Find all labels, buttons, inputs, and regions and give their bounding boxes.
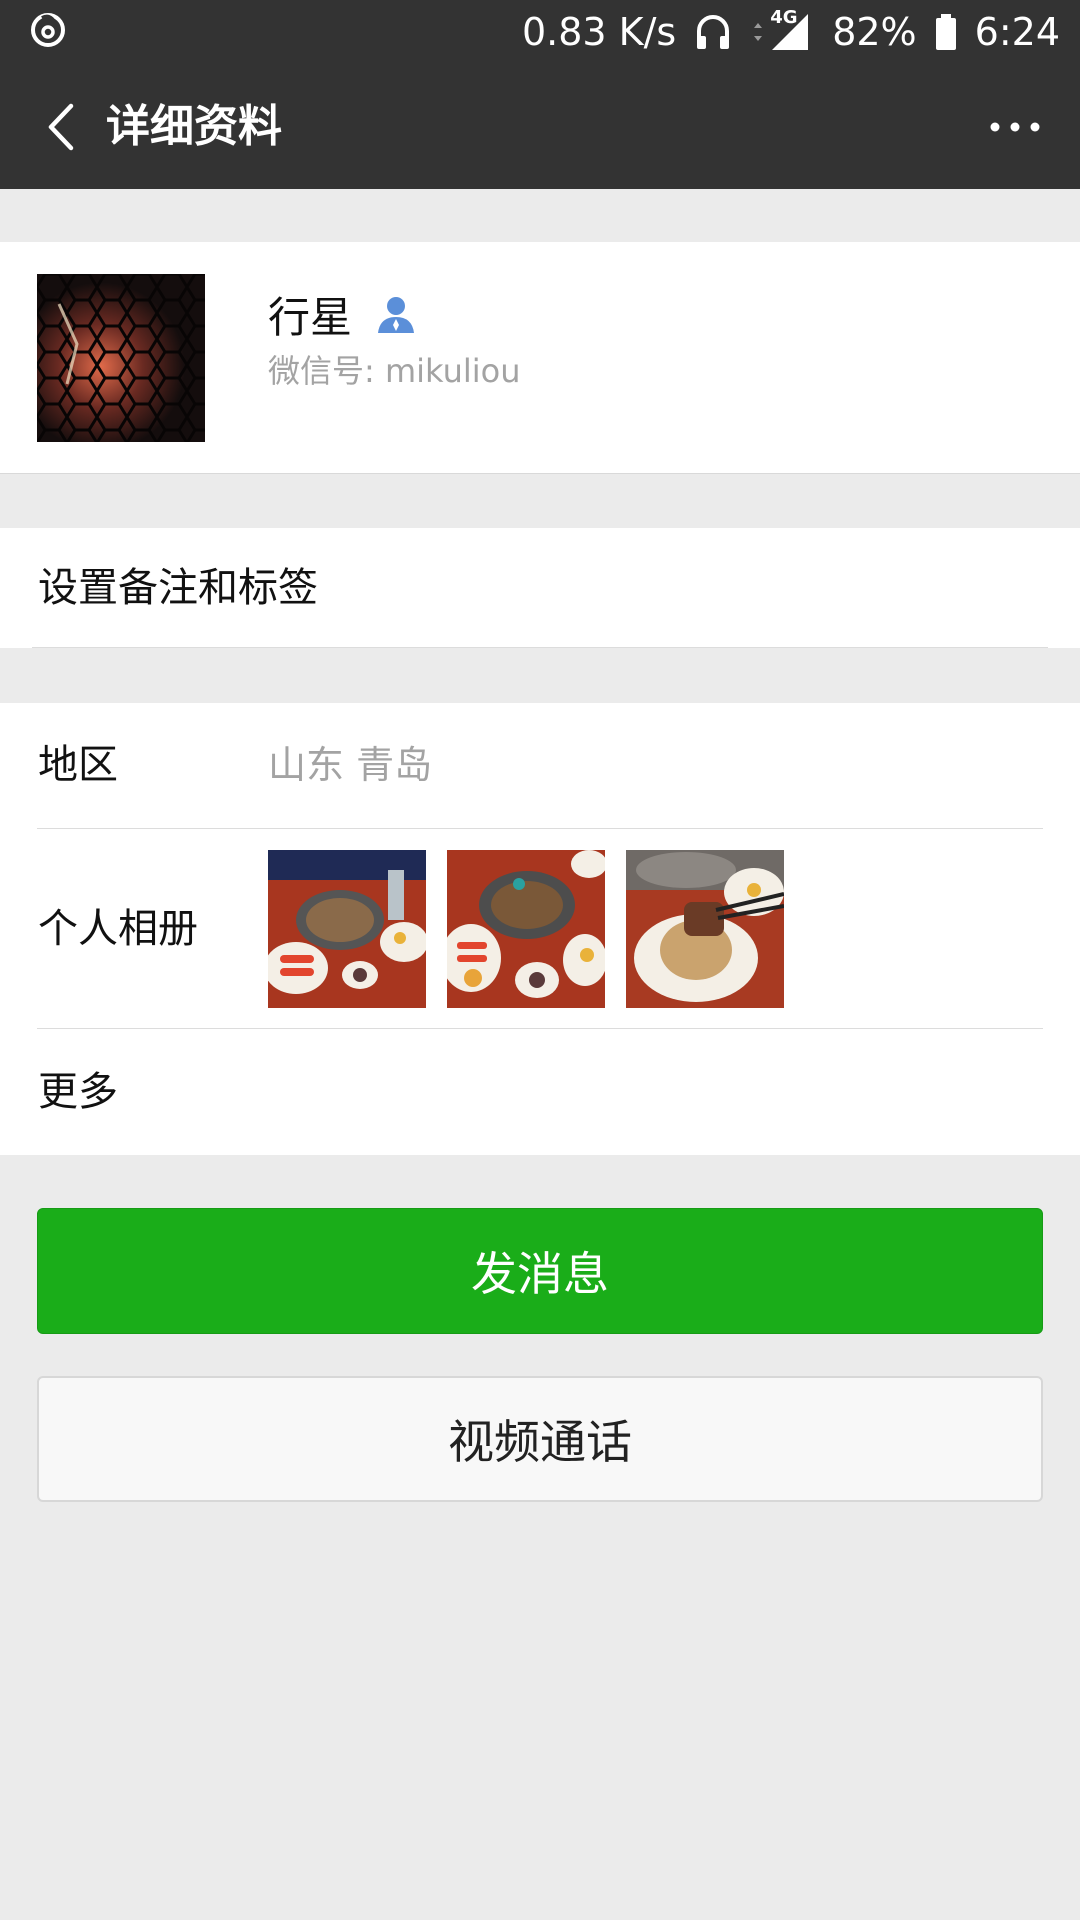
network-type: 4G — [770, 7, 798, 28]
region-label: 地区 — [38, 742, 118, 788]
back-button[interactable] — [26, 92, 96, 162]
album-photo[interactable] — [268, 850, 426, 1008]
signal-icon: 4G — [750, 0, 814, 64]
remark-label: 设置备注和标签 — [38, 565, 318, 611]
avatar[interactable] — [37, 274, 205, 442]
title-bar: 详细资料 — [0, 64, 1080, 189]
profile-card: 行星 微信号: mikuliou — [0, 242, 1080, 474]
battery-percent: 82% — [832, 10, 917, 54]
more-dots-icon — [990, 122, 1040, 132]
region-row: 地区 山东 青岛 — [0, 703, 1080, 828]
battery-icon — [935, 12, 957, 52]
wechat-id: 微信号: mikuliou — [268, 352, 521, 390]
remark-tag-row[interactable]: 设置备注和标签 — [0, 528, 1080, 648]
divider — [32, 647, 1048, 648]
album-photos[interactable] — [268, 850, 784, 1008]
info-section: 地区 山东 青岛 个人相册 更多 — [0, 703, 1080, 1155]
chevron-left-icon — [48, 103, 74, 151]
album-label: 个人相册 — [38, 906, 198, 952]
region-value: 山东 青岛 — [268, 743, 433, 787]
clock: 6:24 — [974, 10, 1060, 54]
album-photo[interactable] — [626, 850, 784, 1008]
more-button[interactable] — [980, 92, 1050, 162]
headphones-icon — [694, 12, 732, 52]
status-bar: 0.83 K/s 4G 82% 6:24 — [0, 0, 1080, 64]
profile-name: 行星 — [268, 293, 353, 342]
more-label: 更多 — [38, 1069, 118, 1115]
network-speed: 0.83 K/s — [521, 10, 677, 54]
album-photo[interactable] — [447, 850, 605, 1008]
more-row[interactable]: 更多 — [0, 1029, 1080, 1155]
netease-music-icon — [28, 10, 68, 50]
page-title: 详细资料 — [106, 101, 282, 152]
contact-person-icon — [374, 293, 418, 337]
video-call-button[interactable]: 视频通话 — [37, 1376, 1043, 1502]
send-message-button[interactable]: 发消息 — [37, 1208, 1043, 1334]
